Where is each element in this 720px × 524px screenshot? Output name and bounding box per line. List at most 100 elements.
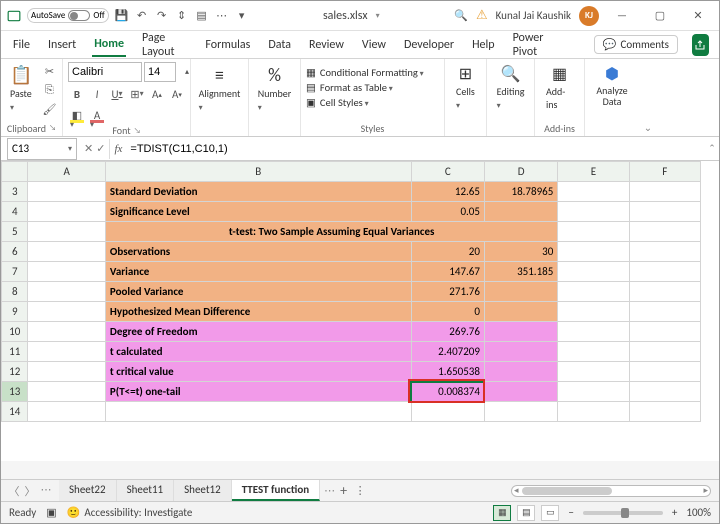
col-header-D[interactable]: D (484, 162, 557, 182)
cancel-formula-icon[interactable]: ✕ (84, 142, 93, 155)
tab-review[interactable]: Review (307, 34, 346, 56)
cell-B4[interactable]: Significance Level (105, 202, 411, 222)
cell-B11[interactable]: t calculated (105, 342, 411, 362)
cell-B6[interactable]: Observations (105, 242, 411, 262)
warning-icon[interactable]: ⚠ (476, 8, 488, 23)
cell-E3[interactable] (558, 182, 629, 202)
cell-F11[interactable] (629, 342, 700, 362)
cell-D10[interactable] (484, 322, 557, 342)
cell-C3[interactable]: 12.65 (411, 182, 484, 202)
col-header-C[interactable]: C (411, 162, 484, 182)
cell-E5[interactable] (558, 222, 629, 242)
cell-B3[interactable]: Standard Deviation (105, 182, 411, 202)
row-header-7[interactable]: 7 (2, 262, 28, 282)
clipboard-launcher-icon[interactable]: ↘ (49, 123, 56, 133)
cell-F3[interactable] (629, 182, 700, 202)
row-header-5[interactable]: 5 (2, 222, 28, 242)
share-button[interactable] (692, 34, 709, 56)
col-header-E[interactable]: E (558, 162, 629, 182)
save-icon[interactable]: 💾 (115, 9, 129, 23)
zoom-out-button[interactable]: − (565, 506, 576, 519)
page-break-view-button[interactable]: ▭ (541, 505, 559, 521)
sheet-prev-icon[interactable]: 〈 (7, 483, 21, 499)
minimize-button[interactable]: — (607, 3, 637, 29)
cell-A5[interactable] (28, 222, 105, 242)
avatar[interactable]: KJ (579, 6, 599, 26)
cell-E8[interactable] (558, 282, 629, 302)
row-header-14[interactable]: 14 (2, 402, 28, 422)
format-painter-icon[interactable]: 🖌 (40, 100, 58, 118)
sheet-more-icon[interactable]: ⋯ (39, 483, 53, 499)
tab-file[interactable]: File (11, 34, 32, 56)
cell-D6[interactable]: 30 (484, 242, 557, 262)
cell-F10[interactable] (629, 322, 700, 342)
tab-power-pivot[interactable]: Power Pivot (511, 27, 560, 63)
cell-F14[interactable] (629, 402, 700, 422)
tab-help[interactable]: Help (470, 34, 497, 56)
name-box[interactable]: C13 ▾ (7, 138, 77, 160)
undo-icon[interactable]: ↶ (135, 9, 149, 23)
cell-F9[interactable] (629, 302, 700, 322)
bold-button[interactable]: B (68, 85, 86, 103)
cell-styles-button[interactable]: ▣Cell Styles (306, 96, 424, 109)
row-header-10[interactable]: 10 (2, 322, 28, 342)
underline-button[interactable]: U (108, 85, 126, 103)
cell-F6[interactable] (629, 242, 700, 262)
analyze-data-button[interactable]: ⬢ Analyze Data (590, 62, 634, 109)
italic-button[interactable]: I (88, 85, 106, 103)
cut-icon[interactable]: ✂ (40, 62, 58, 80)
cell-F13[interactable] (629, 382, 700, 402)
row-header-13[interactable]: 13 (2, 382, 28, 402)
row-header-6[interactable]: 6 (2, 242, 28, 262)
enter-formula-icon[interactable]: ✓ (96, 142, 105, 155)
qat-dropdown-icon[interactable]: ▾ (235, 9, 249, 23)
row-header-8[interactable]: 8 (2, 282, 28, 302)
cell-C9[interactable]: 0 (411, 302, 484, 322)
cell-D11[interactable] (484, 342, 557, 362)
accessibility-button[interactable]: 🙂 Accessibility: Investigate (67, 506, 193, 519)
cell-E4[interactable] (558, 202, 629, 222)
tab-data[interactable]: Data (266, 34, 293, 56)
cell-D3[interactable]: 18.78965 (484, 182, 557, 202)
cell-B13[interactable]: P(T<=t) one-tail (105, 382, 411, 402)
font-color-button[interactable]: A (88, 106, 106, 124)
cell-B7[interactable]: Variance (105, 262, 411, 282)
zoom-in-button[interactable]: + (669, 506, 680, 519)
tab-page-layout[interactable]: Page Layout (140, 27, 189, 63)
font-size-select[interactable] (144, 62, 176, 82)
cell-C7[interactable]: 147.67 (411, 262, 484, 282)
normal-view-button[interactable]: ▦ (493, 505, 511, 521)
collapse-ribbon-icon[interactable]: ⌄ (639, 59, 657, 136)
conditional-formatting-button[interactable]: ▦Conditional Formatting (306, 66, 424, 79)
number-button[interactable]: % Number (254, 62, 295, 115)
sheet-overflow-icon[interactable]: ⋯ (320, 484, 334, 497)
filename[interactable]: sales.xlsx (323, 9, 368, 23)
cell-E7[interactable] (558, 262, 629, 282)
cell-F5[interactable] (629, 222, 700, 242)
add-sheet-button[interactable]: + (334, 482, 353, 499)
scroll-left-icon[interactable]: ◂ (514, 485, 519, 496)
decrease-font-icon[interactable]: A▾ (168, 85, 186, 103)
cell-D14[interactable] (484, 402, 557, 422)
cell-A9[interactable] (28, 302, 105, 322)
macro-record-icon[interactable]: ▣ (46, 506, 56, 519)
close-button[interactable]: ✕ (683, 3, 713, 29)
scrollbar-thumb[interactable] (522, 487, 612, 495)
scroll-right-icon[interactable]: ▸ (703, 485, 708, 496)
cell-E11[interactable] (558, 342, 629, 362)
cell-A3[interactable] (28, 182, 105, 202)
cell-D12[interactable] (484, 362, 557, 382)
tab-developer[interactable]: Developer (402, 34, 456, 56)
comments-button[interactable]: 💬 Comments (594, 35, 678, 54)
cell-F12[interactable] (629, 362, 700, 382)
touch-mode-icon[interactable]: ⇕ (175, 9, 189, 23)
cell-B14[interactable] (105, 402, 411, 422)
user-name[interactable]: Kunal Jai Kaushik (496, 9, 571, 22)
cell-D7[interactable]: 351.185 (484, 262, 557, 282)
row-header-3[interactable]: 3 (2, 182, 28, 202)
sheet-tab-sheet11[interactable]: Sheet11 (117, 480, 175, 501)
row-header-12[interactable]: 12 (2, 362, 28, 382)
tab-formulas[interactable]: Formulas (203, 34, 252, 56)
zoom-slider[interactable] (583, 511, 663, 515)
cell-B12[interactable]: t critical value (105, 362, 411, 382)
